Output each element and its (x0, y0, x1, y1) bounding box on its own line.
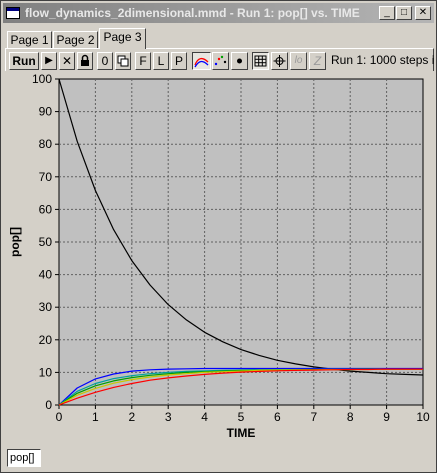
log-x-icon[interactable]: lo (290, 52, 307, 70)
dot-icon[interactable] (231, 52, 248, 70)
y-tick-label: 60 (39, 202, 53, 216)
y-tick-label: 70 (39, 170, 53, 184)
x-tick-label: 10 (416, 410, 430, 424)
stop-icon[interactable]: ✕ (59, 52, 75, 70)
x-tick-label: 9 (383, 410, 390, 424)
y-tick-label: 50 (39, 235, 53, 249)
tab-page-1[interactable]: Page 1 (7, 31, 52, 48)
line-plot-icon[interactable] (192, 52, 211, 70)
app-window: flow_dynamics_2dimensional.mmd - Run 1: … (0, 0, 437, 473)
crosshair-icon[interactable] (271, 52, 288, 70)
y-axis-label: pop[] (8, 227, 22, 257)
y-tick-label: 30 (39, 300, 53, 314)
lock-icon[interactable] (77, 52, 93, 70)
x-tick-label: 6 (274, 410, 281, 424)
play-icon[interactable]: ▶ (41, 52, 57, 70)
x-tick-label: 7 (310, 410, 317, 424)
close-button[interactable]: ✕ (415, 6, 431, 20)
y-tick-label: 90 (39, 105, 53, 119)
y-tick-label: 0 (45, 398, 52, 412)
grid-icon[interactable] (252, 52, 269, 70)
run-button[interactable]: Run (9, 52, 39, 70)
y-tick-label: 10 (39, 365, 53, 379)
x-tick-label: 3 (165, 410, 172, 424)
variable-list-item[interactable]: pop[] (7, 449, 41, 467)
f-button[interactable]: F (135, 52, 151, 70)
minimize-button[interactable]: _ (379, 6, 395, 20)
x-axis-label: TIME (227, 426, 256, 440)
y-tick-label: 100 (32, 72, 52, 86)
y-tick-label: 40 (39, 268, 53, 282)
plot-area[interactable]: 0 10 20 30 40 50 60 70 80 90 100 0 1 2 3 4 5 6 7 8 9 10 TIME… (5, 71, 434, 441)
title-bar[interactable]: flow_dynamics_2dimensional.mmd - Run 1: … (3, 3, 434, 23)
x-tick-label: 5 (238, 410, 245, 424)
window-title: flow_dynamics_2dimensional.mmd - Run 1: … (25, 6, 360, 20)
x-tick-label: 4 (201, 410, 208, 424)
reset-button[interactable]: 0 (97, 52, 113, 70)
x-tick-label: 2 (128, 410, 135, 424)
p-button[interactable]: P (171, 52, 187, 70)
zoom-icon[interactable]: Z (309, 52, 326, 70)
window-icon[interactable] (6, 7, 20, 19)
x-tick-label: 0 (56, 410, 63, 424)
scatter-plot-icon[interactable] (212, 52, 229, 70)
copy-icon[interactable] (115, 52, 131, 70)
maximize-button[interactable]: □ (396, 6, 412, 20)
y-tick-label: 80 (39, 137, 53, 151)
tab-page-2[interactable]: Page 2 (53, 31, 98, 48)
y-tick-label: 20 (39, 333, 53, 347)
x-tick-label: 1 (92, 410, 99, 424)
plot-toolbar: Run ▶ ✕ 0 F L P lo Z Run 1: 1000 steps i… (9, 52, 434, 70)
run-status: Run 1: 1000 steps in (331, 53, 434, 67)
tab-page-3[interactable]: Page 3 (99, 28, 146, 49)
l-button[interactable]: L (153, 52, 169, 70)
x-tick-label: 8 (347, 410, 354, 424)
